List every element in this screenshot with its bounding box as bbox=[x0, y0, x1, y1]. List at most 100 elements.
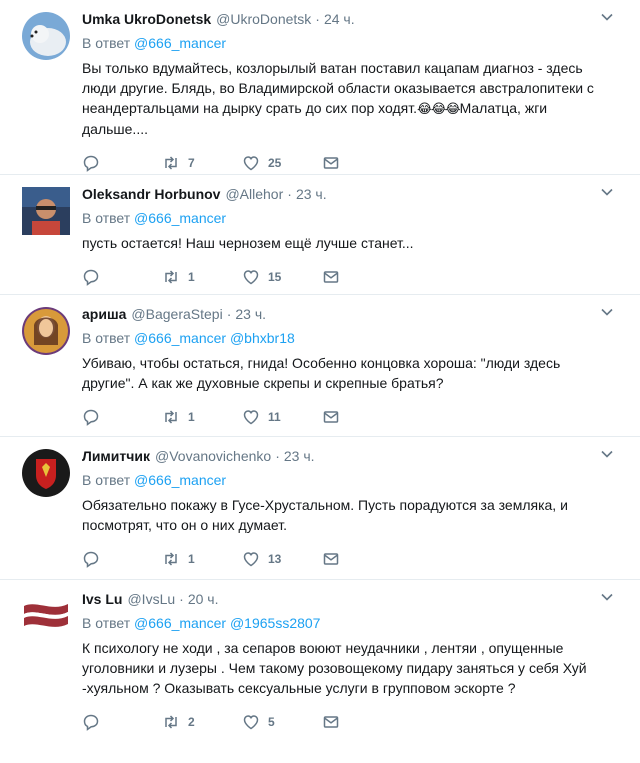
envelope-icon bbox=[323, 157, 339, 169]
like-button[interactable]: 15 bbox=[242, 268, 322, 286]
retweet-count: 1 bbox=[188, 552, 195, 566]
tweet-text: Обязательно покажу в Гусе-Хрустальном. П… bbox=[82, 497, 568, 533]
reply-icon bbox=[83, 155, 99, 172]
user-handle[interactable]: @UkroDonetsk bbox=[216, 10, 311, 28]
user-photo-avatar-icon bbox=[22, 187, 70, 235]
direct-message-button[interactable] bbox=[322, 713, 352, 731]
user-handle[interactable]: @IvsLu bbox=[127, 590, 175, 608]
direct-message-button[interactable] bbox=[322, 268, 352, 286]
user-handle[interactable]: @BageraStepi bbox=[131, 305, 222, 323]
mention-link[interactable]: @bhxbr18 bbox=[230, 330, 295, 346]
reply-context: В ответ @666_mancer bbox=[82, 209, 626, 227]
direct-message-button[interactable] bbox=[322, 154, 352, 172]
heart-icon bbox=[243, 156, 259, 171]
retweet-button[interactable]: 1 bbox=[162, 268, 242, 286]
tweet-text: Вы только вдумайтесь, козлорылый ватан п… bbox=[82, 58, 626, 139]
envelope-icon bbox=[323, 411, 339, 423]
chevron-down-icon[interactable] bbox=[600, 10, 614, 24]
direct-message-button[interactable] bbox=[322, 550, 352, 568]
mention-link[interactable]: @1965ss2807 bbox=[230, 615, 321, 631]
avatar[interactable] bbox=[22, 592, 70, 640]
tweet-text: пусть остается! Наш чернозем ещё лучше с… bbox=[82, 235, 414, 251]
retweet-count: 2 bbox=[188, 715, 195, 729]
separator-dot: · bbox=[275, 448, 280, 464]
latvian-flag-avatar-icon bbox=[22, 592, 70, 640]
like-button[interactable]: 25 bbox=[242, 154, 322, 172]
reply-prefix: В ответ bbox=[82, 35, 131, 51]
coat-of-arms-avatar-icon bbox=[22, 449, 70, 497]
user-handle[interactable]: @Allehor bbox=[225, 185, 283, 203]
tweet-actions: 1 15 bbox=[82, 259, 626, 295]
mention-link[interactable]: @666_mancer bbox=[134, 615, 226, 631]
reply-button[interactable] bbox=[82, 713, 162, 731]
user-handle[interactable]: @Vovanovichenko bbox=[155, 447, 271, 465]
mention-link[interactable]: @666_mancer bbox=[134, 330, 226, 346]
separator-dot: · bbox=[226, 306, 232, 322]
tweet-actions: 2 5 bbox=[82, 704, 626, 740]
tweet-text: Убиваю, чтобы остаться, гнида! Особенно … bbox=[82, 355, 561, 391]
reply-button[interactable] bbox=[82, 408, 162, 426]
reply-timeline: Umka UkroDonetsk @UkroDonetsk · 24 ч. В … bbox=[0, 0, 640, 763]
display-name[interactable]: Ivs Lu bbox=[82, 590, 122, 608]
tweet-text: К психологу не ходи , за сепаров воюют н… bbox=[82, 640, 587, 696]
reply-button[interactable] bbox=[82, 268, 162, 286]
heart-icon bbox=[243, 270, 259, 285]
chevron-down-icon[interactable] bbox=[600, 590, 614, 604]
tweet[interactable]: Лимитчик @Vovanovichenko · 23 ч. В ответ… bbox=[0, 437, 640, 580]
tweet-time[interactable]: 24 ч. bbox=[324, 10, 355, 28]
like-button[interactable]: 13 bbox=[242, 550, 322, 568]
avatar[interactable] bbox=[22, 187, 70, 235]
mention-link[interactable]: @666_mancer bbox=[134, 210, 226, 226]
reply-prefix: В ответ bbox=[82, 210, 131, 226]
like-button[interactable]: 5 bbox=[242, 713, 322, 731]
reply-context: В ответ @666_mancer bbox=[82, 471, 626, 489]
avatar[interactable] bbox=[22, 307, 70, 355]
reply-prefix: В ответ bbox=[82, 472, 131, 488]
retweet-button[interactable]: 1 bbox=[162, 408, 242, 426]
reply-icon bbox=[83, 409, 99, 426]
tweet[interactable]: ариша @BageraStepi · 23 ч. В ответ @666_… bbox=[0, 295, 640, 437]
reply-button[interactable] bbox=[82, 550, 162, 568]
tweet[interactable]: Oleksandr Horbunov @Allehor · 23 ч. В от… bbox=[0, 175, 640, 295]
retweet-count: 1 bbox=[188, 410, 195, 424]
tweet-time[interactable]: 23 ч. bbox=[284, 447, 315, 465]
retweet-count: 1 bbox=[188, 270, 195, 284]
like-count: 25 bbox=[268, 156, 282, 170]
tweet-actions: 1 13 bbox=[82, 541, 626, 577]
mention-link[interactable]: @666_mancer bbox=[134, 472, 226, 488]
envelope-icon bbox=[323, 271, 339, 283]
chevron-down-icon[interactable] bbox=[600, 185, 614, 199]
mention-link[interactable]: @666_mancer bbox=[134, 35, 226, 51]
direct-message-button[interactable] bbox=[322, 408, 352, 426]
reply-button[interactable] bbox=[82, 154, 162, 172]
tweet-time[interactable]: 20 ч. bbox=[188, 590, 219, 608]
like-count: 5 bbox=[268, 715, 275, 729]
avatar[interactable] bbox=[22, 12, 70, 60]
tweet-time[interactable]: 23 ч. bbox=[235, 305, 266, 323]
display-name[interactable]: ариша bbox=[82, 305, 126, 323]
envelope-icon bbox=[323, 553, 339, 565]
tweet[interactable]: Umka UkroDonetsk @UkroDonetsk · 24 ч. В … bbox=[0, 0, 640, 175]
like-button[interactable]: 11 bbox=[242, 408, 322, 426]
heart-icon bbox=[243, 552, 259, 567]
polar-bear-avatar-icon bbox=[22, 12, 70, 60]
like-count: 15 bbox=[268, 270, 282, 284]
tweet[interactable]: Ivs Lu @IvsLu · 20 ч. В ответ @666_mance… bbox=[0, 580, 640, 763]
retweet-button[interactable]: 2 bbox=[162, 713, 242, 731]
retweet-count: 7 bbox=[188, 156, 195, 170]
tweet-actions: 1 11 bbox=[82, 399, 626, 435]
display-name[interactable]: Umka UkroDonetsk bbox=[82, 10, 211, 28]
chevron-down-icon[interactable] bbox=[600, 447, 614, 461]
heart-icon bbox=[243, 715, 259, 730]
laughing-emoji: 😂😂😂 bbox=[417, 101, 461, 116]
separator-dot: · bbox=[179, 591, 184, 607]
user-photo-avatar-icon bbox=[22, 307, 70, 355]
reply-icon bbox=[83, 551, 99, 568]
chevron-down-icon[interactable] bbox=[600, 305, 614, 319]
avatar[interactable] bbox=[22, 449, 70, 497]
display-name[interactable]: Лимитчик bbox=[82, 447, 150, 465]
tweet-time[interactable]: 23 ч. bbox=[296, 185, 327, 203]
display-name[interactable]: Oleksandr Horbunov bbox=[82, 185, 220, 203]
retweet-button[interactable]: 7 bbox=[162, 154, 242, 172]
retweet-button[interactable]: 1 bbox=[162, 550, 242, 568]
